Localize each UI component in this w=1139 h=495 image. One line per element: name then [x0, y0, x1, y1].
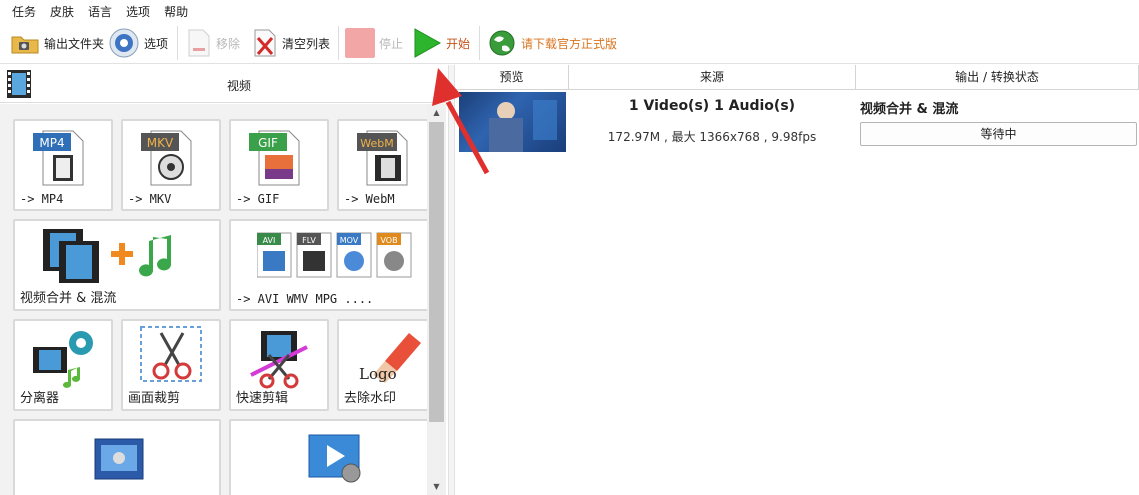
multi-format-icons: AVI FLV MOV VOB: [256, 229, 427, 286]
task-list-panel: 预览 来源 输出 / 转换状态 1 Video(s) 1 Audio(s) 17…: [455, 65, 1139, 495]
download-official-label: 请下载官方正式版: [521, 36, 618, 51]
clear-list-icon: [254, 29, 276, 57]
scissors-crop-icon: [139, 325, 205, 390]
svg-text:MKV: MKV: [147, 136, 174, 150]
scroll-down-icon[interactable]: ▼: [427, 478, 446, 495]
tile-label: 视频合并 & 混流: [20, 291, 117, 306]
menu-options[interactable]: 选项: [126, 3, 150, 20]
svg-text:FLV: FLV: [302, 236, 316, 245]
format-panel: 视频 MP4 -> MP4 MKV -> MKV GIF -> GIF WebM…: [0, 65, 448, 495]
screen-record-icon: [93, 437, 147, 486]
logo-text: Logo: [359, 365, 397, 383]
source-title: 1 Video(s) 1 Audio(s): [628, 98, 796, 114]
toolbar-divider: [479, 26, 480, 60]
menu-task[interactable]: 任务: [12, 3, 36, 20]
globe-icon: [489, 30, 515, 56]
clear-list-label: 清空列表: [282, 36, 331, 51]
column-preview[interactable]: 预览: [455, 65, 569, 90]
tile-screen-record[interactable]: [13, 419, 221, 495]
stop-label: 停止: [379, 36, 404, 51]
scroll-thumb[interactable]: [429, 122, 444, 422]
tile-merge-mux[interactable]: 视频合并 & 混流: [13, 219, 221, 311]
tile-label: -> GIF: [236, 192, 280, 206]
menu-language[interactable]: 语言: [88, 3, 112, 20]
svg-text:GIF: GIF: [258, 136, 278, 150]
tile-crop[interactable]: 画面裁剪: [121, 319, 221, 411]
tile-splitter[interactable]: 分离器: [13, 319, 113, 411]
tiles-area: MP4 -> MP4 MKV -> MKV GIF -> GIF WebM ->…: [0, 104, 427, 495]
output-folder-label: 输出文件夹: [44, 36, 105, 51]
panel-header: 视频: [0, 65, 448, 103]
svg-text:VOB: VOB: [380, 236, 397, 245]
clear-list-button[interactable]: 清空列表: [252, 26, 330, 60]
mp4-file-icon: MP4: [31, 127, 93, 190]
download-official-link[interactable]: 请下载官方正式版: [487, 26, 617, 60]
tile-label: -> WebM: [344, 192, 395, 206]
toolbar-divider: [177, 26, 178, 60]
tile-remove-watermark[interactable]: Logo 去除水印: [337, 319, 427, 411]
merge-video-audio-icon: [41, 227, 201, 292]
tile-label: 去除水印: [344, 391, 397, 406]
column-output-status[interactable]: 输出 / 转换状态: [856, 65, 1139, 90]
toolbar-divider: [338, 26, 339, 60]
output-folder-button[interactable]: 输出文件夹: [10, 26, 104, 60]
tile-webm[interactable]: WebM -> WebM: [337, 119, 427, 211]
tile-label: -> AVI WMV MPG ....: [236, 292, 374, 306]
vertical-scrollbar[interactable]: ▲ ▼: [427, 104, 446, 495]
options-label: 选项: [144, 36, 169, 51]
tile-mkv[interactable]: MKV -> MKV: [121, 119, 221, 211]
splitter-icon: [31, 327, 101, 392]
mkv-file-icon: MKV: [139, 127, 201, 190]
toolbar: 输出文件夹 选项 移除 清空列表 停止 开始 请下载官方正式版: [0, 22, 1139, 64]
svg-text:MP4: MP4: [39, 136, 64, 150]
tile-video-player[interactable]: [229, 419, 427, 495]
tile-quick-cut[interactable]: 快速剪辑: [229, 319, 329, 411]
video-play-icon: [307, 433, 365, 488]
tile-label: -> MP4: [20, 192, 64, 206]
source-info: 172.97M , 最大 1366x768 , 9.98fps: [607, 130, 817, 144]
tile-label: -> MKV: [128, 192, 172, 206]
tile-label: 画面裁剪: [128, 391, 181, 406]
svg-text:WebM: WebM: [360, 137, 393, 150]
play-icon: [414, 28, 442, 58]
svg-text:AVI: AVI: [263, 236, 276, 245]
panel-splitter[interactable]: [448, 65, 455, 495]
panel-title: 视频: [226, 79, 251, 93]
tile-label: 快速剪辑: [236, 391, 289, 406]
app-window: 任务 皮肤 语言 选项 帮助 输出文件夹 选项 移除 清空列表 停止 开始 请下…: [0, 0, 1139, 495]
tile-gif[interactable]: GIF -> GIF: [229, 119, 329, 211]
tile-multi-format[interactable]: AVI FLV MOV VOB -> AVI WMV MPG ....: [229, 219, 427, 311]
gif-file-icon: GIF: [247, 127, 309, 190]
svg-text:MOV: MOV: [340, 236, 359, 245]
column-source[interactable]: 来源: [569, 65, 856, 90]
scroll-up-icon[interactable]: ▲: [427, 104, 446, 121]
webm-file-icon: WebM: [355, 127, 417, 190]
menu-skin[interactable]: 皮肤: [50, 3, 74, 20]
status-button[interactable]: 等待中: [860, 122, 1137, 146]
quick-cut-icon: [247, 327, 313, 392]
task-row[interactable]: 1 Video(s) 1 Audio(s) 172.97M , 最大 1366x…: [455, 90, 1139, 154]
gear-icon: [109, 28, 139, 58]
menu-help[interactable]: 帮助: [164, 3, 188, 20]
document-remove-icon: [188, 29, 210, 57]
stop-button[interactable]: 停止: [345, 26, 403, 60]
start-label: 开始: [446, 36, 471, 51]
tile-mp4[interactable]: MP4 -> MP4: [13, 119, 113, 211]
tile-label: 分离器: [20, 391, 60, 406]
stop-icon: [345, 28, 375, 58]
remove-button[interactable]: 移除: [186, 26, 240, 60]
menu-bar: 任务 皮肤 语言 选项 帮助: [0, 0, 1139, 22]
remove-label: 移除: [216, 36, 241, 51]
options-button[interactable]: 选项: [108, 26, 168, 60]
output-title: 视频合并 & 混流: [860, 102, 959, 117]
start-button[interactable]: 开始: [412, 26, 470, 60]
folder-icon: [11, 36, 39, 54]
video-thumbnail: [459, 92, 566, 152]
